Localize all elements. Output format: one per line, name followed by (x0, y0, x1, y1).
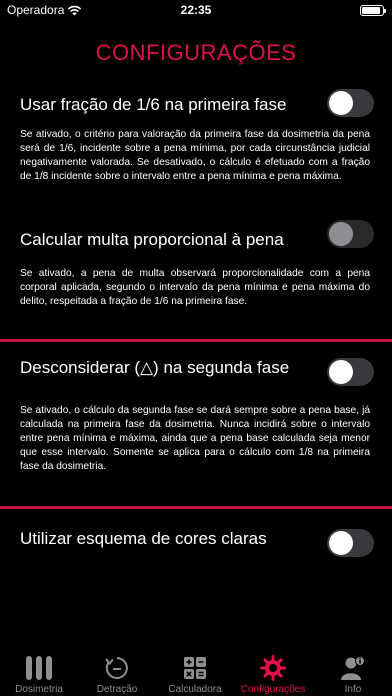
tab-calculadora[interactable]: Calculadora (156, 652, 234, 696)
toggle-light-theme[interactable] (327, 529, 374, 557)
person-info-icon (341, 656, 365, 680)
tab-info[interactable]: Info (314, 652, 392, 696)
toggle-second-phase[interactable] (327, 358, 374, 386)
tab-label: Detração (96, 684, 138, 695)
status-bar: Operadora 22:35 (0, 0, 392, 22)
setting-title-fine: Calcular multa proporcional à pena (20, 230, 284, 249)
setting-title-second-phase: Desconsiderar (△) na segunda fase (20, 358, 290, 377)
toggle-fraction[interactable] (327, 89, 374, 117)
toggle-knob (329, 360, 353, 384)
battery-icon (360, 5, 386, 16)
tab-bar: Dosimetria Detração Calculadora Configur… (0, 652, 392, 696)
timer-reverse-icon (105, 657, 128, 679)
gear-icon (260, 655, 286, 681)
tab-detracao[interactable]: Detração (78, 652, 156, 696)
page-title: CONFIGURAÇÕES (95, 40, 297, 65)
toggle-knob (329, 222, 353, 246)
tab-label: Info (344, 684, 362, 695)
tab-configuracoes[interactable]: Configurações (234, 652, 312, 696)
setting-description-fine: Se ativado, a pena de multa observará pr… (20, 268, 370, 307)
section-divider (0, 339, 392, 342)
tab-dosimetria[interactable]: Dosimetria (0, 652, 78, 696)
setting-description-second-phase: Se ativado, o cálculo da segunda fase se… (20, 405, 370, 472)
tab-label: Calculadora (168, 684, 222, 695)
clock: 22:35 (180, 3, 212, 17)
toggle-knob (329, 91, 353, 115)
setting-title-fraction: Usar fração de 1/6 na primeira fase (20, 95, 287, 114)
toggle-knob (329, 531, 353, 555)
bars-icon (26, 656, 52, 680)
setting-description-fraction: Se ativado, o critério para valoração da… (20, 129, 370, 182)
setting-title-light-theme: Utilizar esquema de cores claras (20, 529, 267, 548)
toggle-fine[interactable] (327, 220, 374, 248)
calculator-icon (184, 657, 206, 679)
section-divider (0, 506, 392, 509)
tab-label: Dosimetria (15, 684, 63, 695)
tab-label: Configurações (240, 684, 306, 695)
